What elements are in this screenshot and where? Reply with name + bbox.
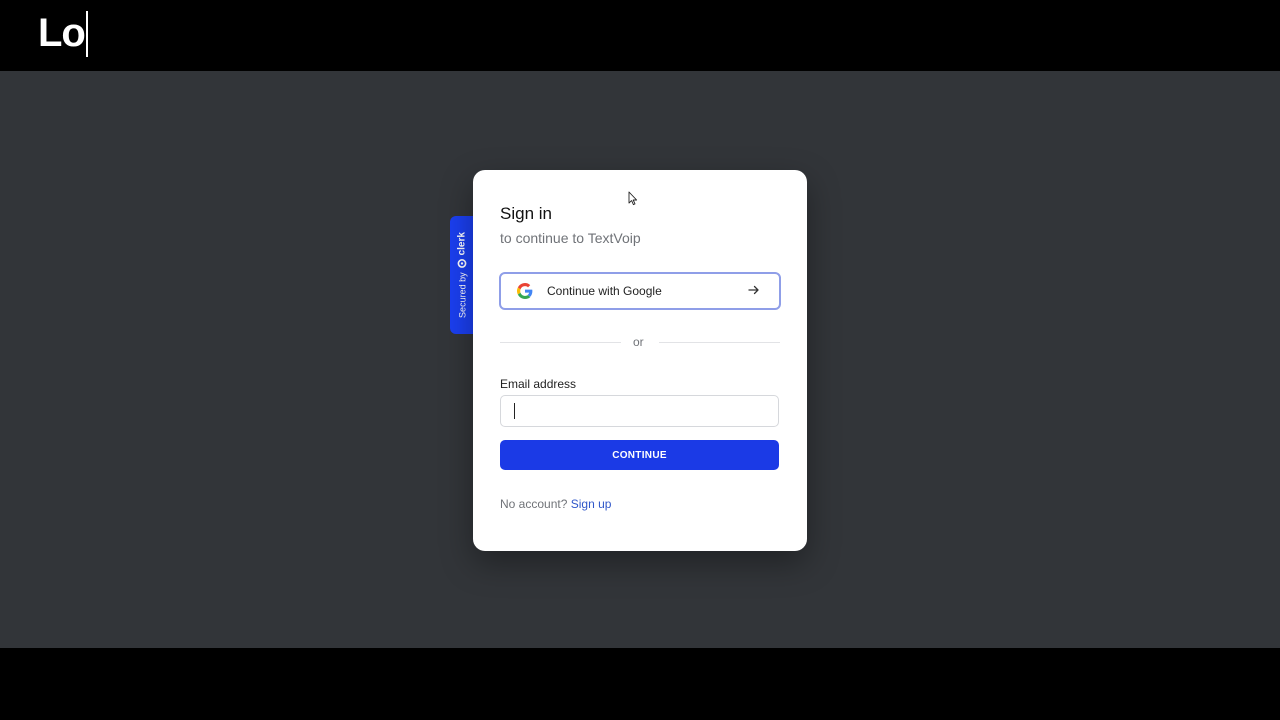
email-label: Email address bbox=[500, 377, 577, 391]
no-account-text: No account? bbox=[500, 497, 568, 511]
continue-button[interactable]: CONTINUE bbox=[500, 440, 779, 470]
sign-in-card: Sign in to continue to TextVoip Continue… bbox=[473, 170, 807, 551]
mouse-pointer-icon bbox=[628, 191, 638, 206]
bottom-bar bbox=[0, 648, 1280, 720]
sign-up-link[interactable]: Sign up bbox=[571, 497, 612, 511]
typed-title: Lo bbox=[38, 11, 86, 55]
card-title: Sign in bbox=[500, 204, 552, 223]
sign-up-prompt: No account? Sign up bbox=[500, 497, 611, 511]
email-input[interactable] bbox=[500, 395, 779, 427]
arrow-right-icon bbox=[748, 285, 759, 295]
google-icon bbox=[517, 283, 533, 299]
secured-by-clerk-badge[interactable]: Secured by clerk bbox=[450, 216, 474, 334]
clerk-logo-icon bbox=[457, 259, 467, 269]
text-caret bbox=[86, 11, 88, 57]
divider-left bbox=[500, 342, 621, 343]
card-subtitle: to continue to TextVoip bbox=[500, 230, 641, 246]
top-bar: Lo bbox=[0, 0, 1280, 71]
divider-or: or bbox=[633, 335, 644, 349]
continue-with-google-button[interactable]: Continue with Google bbox=[499, 272, 781, 310]
input-caret bbox=[514, 403, 515, 419]
google-button-label: Continue with Google bbox=[547, 284, 662, 298]
secured-by-label: Secured by bbox=[457, 272, 467, 318]
divider-right bbox=[659, 342, 780, 343]
clerk-brand-label: clerk bbox=[456, 232, 468, 256]
